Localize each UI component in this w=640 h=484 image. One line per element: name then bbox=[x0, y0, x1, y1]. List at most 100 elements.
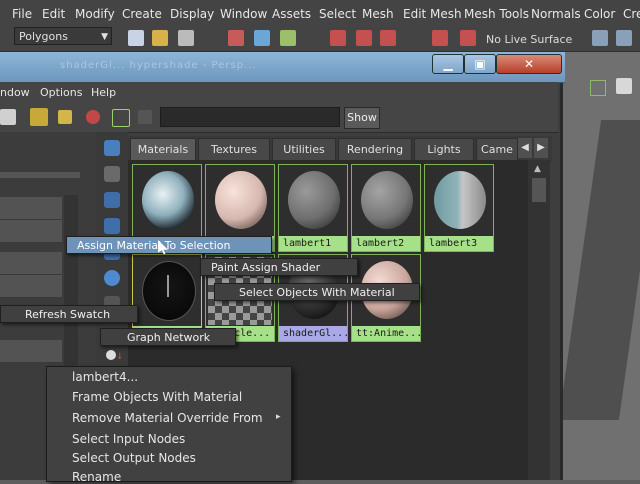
search-field[interactable] bbox=[160, 107, 340, 127]
main-menu-bar: File Edit Modify Create Display Window A… bbox=[0, 0, 640, 28]
swatch-size-icon[interactable] bbox=[104, 140, 120, 156]
list-item[interactable] bbox=[0, 220, 62, 243]
submenu-arrow-icon: ▸ bbox=[276, 412, 281, 422]
material-swatch[interactable]: lambert3 bbox=[424, 164, 494, 252]
sphere-icon[interactable] bbox=[104, 270, 120, 286]
menu-options[interactable]: Options bbox=[40, 86, 82, 99]
medium-icon[interactable] bbox=[104, 218, 120, 234]
menu-select[interactable]: Select bbox=[319, 7, 356, 21]
swatch-label: lambert1 bbox=[279, 236, 347, 251]
close-icon: ✕ bbox=[523, 57, 535, 71]
menu-item-remove-override[interactable]: Remove Material Override From bbox=[72, 411, 263, 425]
view-cube-icon[interactable] bbox=[590, 80, 606, 96]
menu-item-select-input-nodes[interactable]: Select Input Nodes bbox=[72, 432, 185, 446]
tab-utilities[interactable]: Utilities bbox=[272, 138, 336, 161]
menu-item-select-output-nodes[interactable]: Select Output Nodes bbox=[72, 451, 196, 465]
swatch-preview bbox=[434, 171, 486, 229]
list-item[interactable] bbox=[0, 340, 62, 363]
paint-assign-shader-item[interactable]: Paint Assign Shader bbox=[200, 258, 358, 276]
select-object-icon[interactable] bbox=[254, 30, 270, 46]
swatch-preview bbox=[215, 171, 267, 229]
chevron-down-icon: ▼ bbox=[101, 32, 108, 42]
menu-color[interactable]: Color bbox=[584, 7, 615, 21]
new-scene-icon[interactable] bbox=[128, 30, 144, 46]
list-item[interactable] bbox=[0, 252, 62, 275]
menu-modify[interactable]: Modify bbox=[75, 7, 115, 21]
tab-cameras[interactable]: Came bbox=[476, 138, 518, 161]
menu-create[interactable]: Create bbox=[122, 7, 162, 21]
list-view-icon[interactable] bbox=[104, 166, 120, 182]
mode-select-value: Polygons bbox=[19, 30, 68, 43]
info-icon[interactable] bbox=[106, 350, 116, 360]
select-component-icon[interactable] bbox=[280, 30, 296, 46]
tab-materials[interactable]: Materials bbox=[130, 138, 196, 161]
swatch-label: lambert2 bbox=[352, 236, 420, 251]
input-output-icon[interactable] bbox=[112, 109, 130, 127]
graph-icon[interactable] bbox=[30, 108, 48, 126]
tab-rendering[interactable]: Rendering bbox=[338, 138, 412, 161]
window-title: shaderGl... hypershade - Persp... bbox=[60, 60, 257, 71]
cube-icon[interactable] bbox=[616, 78, 632, 94]
minimize-button[interactable]: ▁ bbox=[432, 54, 464, 74]
grid-scrollbar[interactable] bbox=[528, 160, 550, 480]
close-button[interactable]: ✕ bbox=[496, 54, 562, 74]
swatch-preview bbox=[142, 261, 196, 321]
maximize-button[interactable]: ▣ bbox=[464, 54, 496, 74]
menu-item-lambert4[interactable]: lambert4... bbox=[72, 370, 138, 384]
menu-window[interactable]: Window bbox=[220, 7, 267, 21]
left-scrollbar[interactable] bbox=[64, 195, 78, 370]
menu-item-frame-objects[interactable]: Frame Objects With Material bbox=[72, 390, 242, 404]
snap-curve-icon[interactable] bbox=[356, 30, 372, 46]
material-swatch[interactable]: lambert1 bbox=[278, 164, 348, 252]
menu-edit[interactable]: Edit bbox=[42, 7, 65, 21]
tab-textures[interactable]: Textures bbox=[198, 138, 270, 161]
render-icon[interactable] bbox=[616, 30, 632, 46]
save-scene-icon[interactable] bbox=[178, 30, 194, 46]
menu-item-rename[interactable]: Rename bbox=[72, 470, 121, 484]
graph-network-item[interactable]: Graph Network bbox=[100, 328, 236, 346]
arrow-down-icon: ↓ bbox=[116, 352, 124, 362]
menu-help[interactable]: Help bbox=[91, 86, 116, 99]
show-button[interactable]: Show bbox=[344, 107, 380, 129]
input-connections-icon[interactable] bbox=[86, 110, 100, 124]
live-surface-magnet-icon[interactable] bbox=[460, 30, 476, 46]
menu-mesh[interactable]: Mesh bbox=[362, 7, 394, 21]
tab-scroll-left-icon[interactable]: ◀ bbox=[518, 138, 532, 158]
minimize-icon: ▁ bbox=[443, 57, 453, 71]
open-scene-icon[interactable] bbox=[152, 30, 168, 46]
construction-history-icon[interactable] bbox=[592, 30, 608, 46]
menu-edit-mesh[interactable]: Edit Mesh bbox=[403, 7, 462, 21]
select-hierarchy-icon[interactable] bbox=[228, 30, 244, 46]
left-panel-divider bbox=[0, 172, 80, 178]
menu-assets[interactable]: Assets bbox=[272, 7, 311, 21]
menu-file[interactable]: File bbox=[12, 7, 32, 21]
scroll-up-icon[interactable]: ▲ bbox=[534, 164, 541, 174]
menu-mesh-tools[interactable]: Mesh Tools bbox=[464, 7, 529, 21]
select-objects-with-material-item[interactable]: Select Objects With Material bbox=[214, 283, 420, 301]
small-icon[interactable] bbox=[104, 192, 120, 208]
swatch-needle bbox=[167, 275, 169, 297]
menu-display[interactable]: Display bbox=[170, 7, 214, 21]
panel-toggle-icon[interactable] bbox=[0, 109, 16, 125]
grid-scrollbar-thumb[interactable] bbox=[532, 178, 546, 202]
snap-grid-icon[interactable] bbox=[330, 30, 346, 46]
list-item[interactable] bbox=[0, 275, 62, 298]
live-surface-label: No Live Surface bbox=[486, 33, 573, 46]
snap-point-icon[interactable] bbox=[380, 30, 396, 46]
output-connections-icon[interactable] bbox=[138, 110, 152, 124]
layout-icon[interactable] bbox=[58, 110, 72, 124]
menu-normals[interactable]: Normals bbox=[531, 7, 581, 21]
assign-material-item[interactable]: Assign Material To Selection bbox=[66, 236, 272, 254]
window-menu-bar: ndow Options Help bbox=[0, 82, 558, 105]
tab-lights[interactable]: Lights bbox=[414, 138, 474, 161]
menu-window-truncated[interactable]: ndow bbox=[0, 86, 30, 99]
material-swatch[interactable]: lambert2 bbox=[351, 164, 421, 252]
menu-create-truncated[interactable]: Crea bbox=[623, 7, 640, 21]
tab-scroll-right-icon[interactable]: ▶ bbox=[534, 138, 548, 158]
mode-select[interactable]: Polygons ▼ bbox=[14, 27, 112, 45]
swatch-label: tt:Anime... bbox=[352, 326, 420, 341]
refresh-swatch-item[interactable]: Refresh Swatch bbox=[0, 305, 138, 323]
swatch-preview bbox=[288, 171, 340, 229]
snap-view-icon[interactable] bbox=[432, 30, 448, 46]
list-item[interactable] bbox=[0, 197, 62, 220]
